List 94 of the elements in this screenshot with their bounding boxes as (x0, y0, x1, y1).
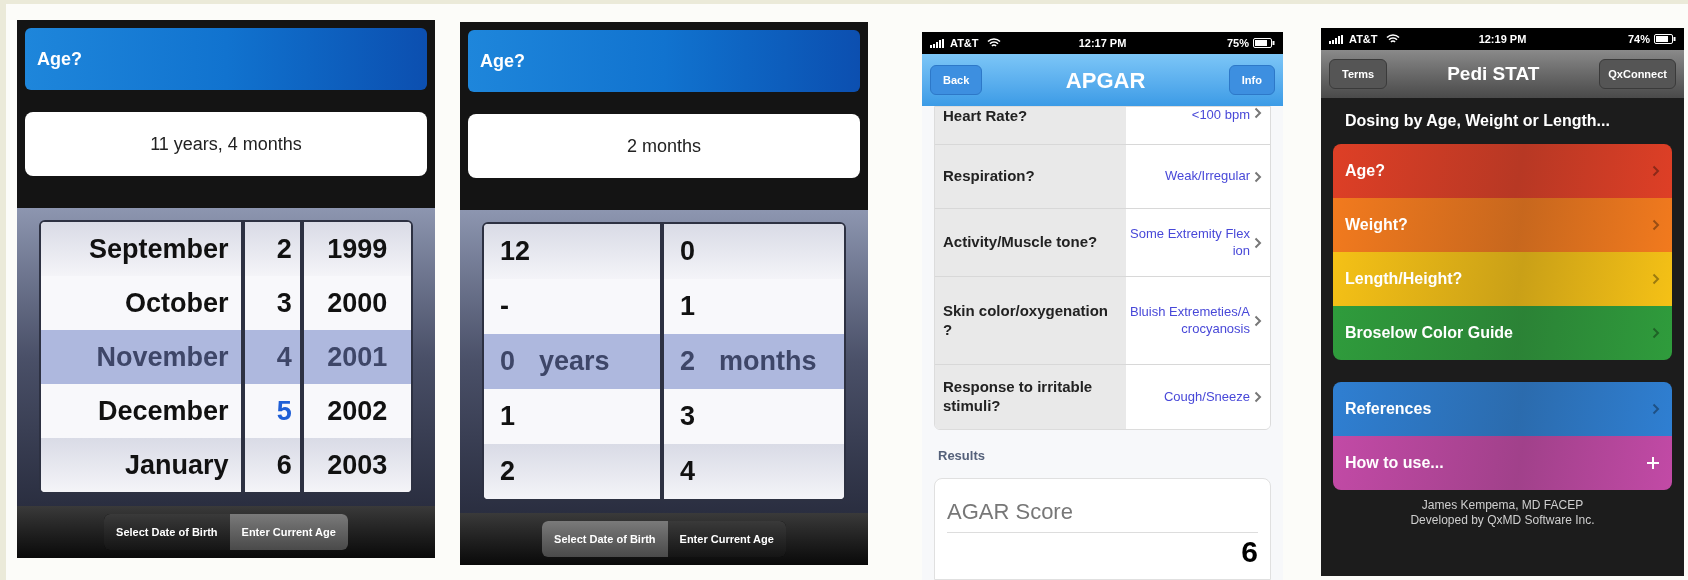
wifi-icon (1385, 34, 1400, 44)
chevron-icon (1254, 236, 1262, 249)
footer-text: James Kempema, MD FACEP (1421, 498, 1584, 513)
picker-row[interactable]: - 1 (484, 279, 844, 334)
chevron-icon (1652, 403, 1660, 415)
picker-row[interactable]: 12 0 (484, 224, 844, 279)
picker-row[interactable]: 2 4 (484, 444, 844, 499)
result-label: AGAR Score (947, 494, 1258, 533)
picker-wheel[interactable]: 12 0 - 1 0 years 2 months 1 3 2 4 (482, 222, 846, 501)
battery-percent: 74% (1627, 31, 1650, 47)
value-selector[interactable]: Cough/Sneeze (1125, 365, 1270, 429)
age-value-field: 11 years, 4 months (25, 112, 427, 176)
picker-row[interactable]: 0 years 2 months (484, 334, 844, 389)
picker-row[interactable]: 1 3 (484, 389, 844, 444)
picker-value: November (96, 340, 229, 374)
chevron-icon (1254, 107, 1262, 119)
screen-title: APGAR (1065, 66, 1146, 95)
chevron-icon (1254, 170, 1262, 183)
menu-item[interactable]: How to use... (1333, 436, 1672, 490)
picker-value: 2 (276, 232, 292, 266)
battery-icon (1653, 34, 1676, 44)
picker-value: 2001 (327, 340, 388, 374)
unit-label: months (719, 345, 817, 379)
value-selector[interactable]: Weak/Irregular (1125, 145, 1270, 208)
section-header: Results (938, 447, 986, 465)
picker-wheel[interactable]: September 2 1999 October 3 2000 November 4 2001 December 5 2002 January 6 2003 (39, 220, 413, 494)
segment-button[interactable]: Enter Current Age (667, 521, 786, 557)
picker-value: 2003 (327, 448, 388, 482)
plus-icon (1646, 456, 1660, 470)
picker-value: 0 (680, 235, 696, 269)
field-label: Skin color/oxygenation ? (935, 277, 1126, 364)
field-label: Heart Rate? (935, 107, 1126, 144)
terms-button[interactable]: Terms (1329, 59, 1388, 89)
picker-value: 6 (276, 448, 292, 482)
picker-value: 3 (680, 400, 696, 434)
picker-value: January (124, 448, 229, 482)
field-label: Response to irritable stimuli? (935, 365, 1126, 429)
picker-value: - (500, 290, 509, 324)
picker-value: September (88, 232, 229, 266)
picker-value: 2 (500, 455, 516, 489)
value-selector[interactable]: Some Extremity Flexion (1125, 209, 1270, 276)
field-label: Activity/Muscle tone? (935, 209, 1126, 276)
picker-row[interactable]: September 2 1999 (41, 222, 411, 276)
picker-value: 12 (500, 235, 531, 269)
segment-button[interactable]: Select Date of Birth (104, 514, 230, 550)
picker-row[interactable]: November 4 2001 (41, 330, 411, 384)
signal-icon (1329, 34, 1345, 44)
wifi-icon (986, 38, 1001, 48)
unit-label: years (539, 345, 610, 379)
picker-value: 1999 (327, 232, 388, 266)
value-selector[interactable]: Bluish Extremeties/Acrocyanosis (1125, 277, 1270, 364)
picker-value: 4 (276, 340, 292, 374)
picker-value: 5 (276, 394, 292, 428)
chevron-icon (1652, 165, 1660, 177)
signal-icon (930, 38, 946, 48)
picker-value: 1 (500, 400, 516, 434)
battery-icon (1253, 38, 1275, 48)
score-value: 6 (1240, 536, 1258, 567)
battery-percent: 75% (1226, 35, 1249, 51)
picker-value: October (124, 286, 229, 320)
chevron-icon (1652, 219, 1660, 231)
section-heading: Dosing by Age, Weight or Length... (1344, 111, 1611, 131)
carrier-name: AT&T (1349, 31, 1378, 47)
menu-item[interactable]: Broselow Color Guide (1333, 306, 1672, 360)
segment-button[interactable]: Select Date of Birth (542, 521, 668, 557)
picker-row[interactable]: October 3 2000 (41, 276, 411, 330)
carrier-name: AT&T (950, 35, 979, 51)
menu-item[interactable]: References (1333, 382, 1672, 436)
chevron-icon (1652, 327, 1660, 339)
screen-title: Pedi STAT (1447, 61, 1540, 86)
picker-value: 2 (680, 345, 696, 379)
picker-value: 3 (276, 286, 292, 320)
menu-item[interactable]: Age? (1333, 144, 1672, 198)
title-bar: Age? (468, 30, 860, 92)
status-time: 12:19 PM (1478, 31, 1527, 47)
picker-value: 1 (680, 290, 696, 324)
chevron-icon (1652, 273, 1660, 285)
picker-value: 4 (680, 455, 696, 489)
qxconnect-button[interactable]: QxConnect (1599, 59, 1676, 89)
picker-row[interactable]: December 5 2002 (41, 384, 411, 438)
picker-value: 2000 (327, 286, 388, 320)
age-value-field: 2 months (468, 114, 860, 178)
value-selector[interactable]: <100 bpm (1125, 107, 1270, 144)
title-bar: Age? (25, 28, 427, 90)
footer-text: Developed by QxMD Software Inc. (1410, 513, 1595, 528)
segment-button[interactable]: Enter Current Age (229, 514, 348, 550)
picker-row[interactable]: January 6 2003 (41, 438, 411, 492)
chevron-icon (1254, 314, 1262, 327)
field-label: Respiration? (935, 145, 1126, 208)
picker-value: 0 (500, 345, 516, 379)
chevron-icon (1254, 391, 1262, 403)
picker-value: December (97, 394, 229, 428)
status-time: 12:17 PM (1078, 35, 1127, 51)
picker-value: 2002 (327, 394, 388, 428)
